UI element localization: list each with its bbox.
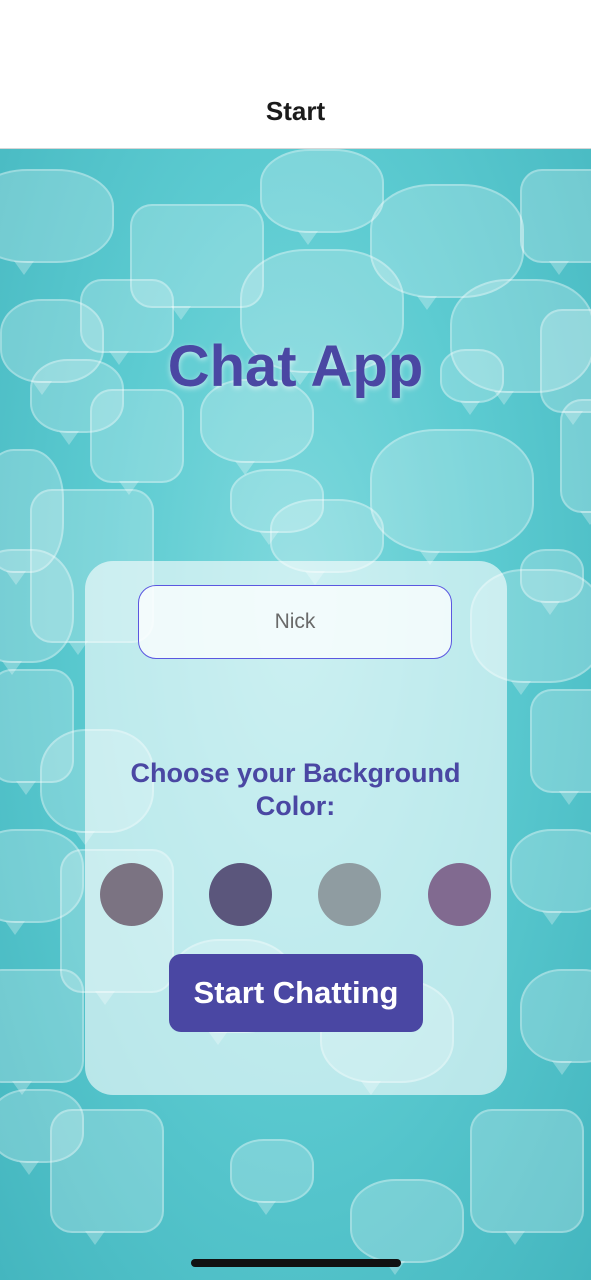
color-swatch-3[interactable] xyxy=(318,863,381,926)
nav-title: Start xyxy=(265,96,326,126)
navigation-bar: Start xyxy=(0,0,591,149)
choose-background-color-label: Choose your Background Color: xyxy=(130,758,461,821)
screen: Start Chat App Nick Choose your Backgrou… xyxy=(0,0,591,1280)
start-chatting-button[interactable]: Start Chatting xyxy=(169,954,423,1032)
app-title: Chat App xyxy=(167,334,424,399)
name-input[interactable] xyxy=(138,585,452,659)
color-swatch-2[interactable] xyxy=(209,863,272,926)
color-swatch-4[interactable] xyxy=(428,863,491,926)
color-swatch-1[interactable] xyxy=(100,863,163,926)
home-indicator xyxy=(191,1259,401,1267)
